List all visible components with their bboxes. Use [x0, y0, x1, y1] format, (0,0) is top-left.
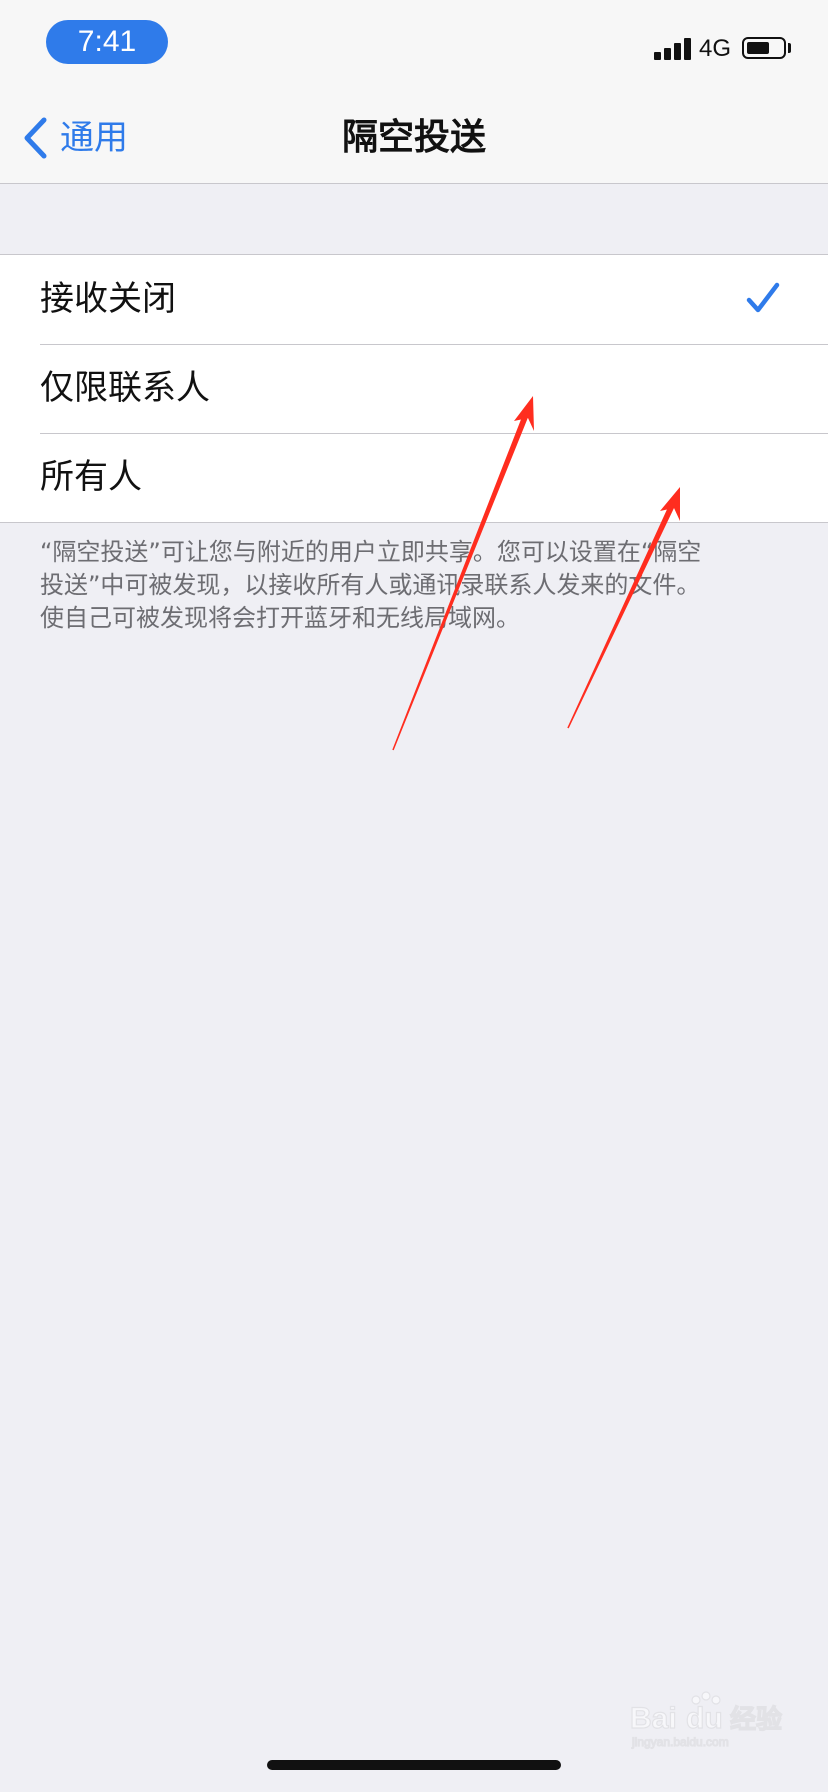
- option-label: 接收关闭: [40, 279, 176, 319]
- chevron-left-icon: [24, 117, 47, 159]
- navigation-bar: 隔空投送 通用: [0, 92, 828, 184]
- back-button[interactable]: 通用: [22, 114, 128, 162]
- battery-fill: [747, 42, 769, 54]
- description-line: 使自己可被发现将会打开蓝牙和无线局域网。: [40, 604, 520, 632]
- battery-icon: [742, 37, 786, 59]
- back-label: 通用: [60, 118, 128, 158]
- baidu-watermark-logo: Bai du 经验 jingyan.baidu.com: [630, 1691, 783, 1750]
- svg-text:经验: 经验: [730, 1704, 782, 1735]
- description-line: “隔空投送”可让您与附近的用户立即共享。您可以设置在“隔空: [40, 538, 702, 566]
- option-contacts-only[interactable]: 仅限联系人: [0, 344, 828, 433]
- network-type: 4G: [699, 35, 732, 62]
- cellular-signal-icon: [654, 36, 692, 60]
- option-receiving-off[interactable]: 接收关闭: [0, 255, 828, 344]
- battery-tip: [788, 43, 791, 53]
- svg-text:jingyan.baidu.com: jingyan.baidu.com: [631, 1735, 729, 1749]
- option-label: 仅限联系人: [40, 368, 210, 408]
- checkmark-icon: [746, 282, 780, 313]
- airdrop-description: “隔空投送”可让您与附近的用户立即共享。您可以设置在“隔空 投送”中可被发现，以…: [40, 536, 790, 635]
- svg-text:du: du: [686, 1702, 723, 1735]
- option-label: 所有人: [40, 457, 142, 497]
- home-indicator[interactable]: [267, 1760, 561, 1770]
- description-line: 投送”中可被发现，以接收所有人或通讯录联系人发来的文件。: [40, 571, 701, 599]
- svg-text:Bai: Bai: [630, 1702, 677, 1735]
- option-everyone[interactable]: 所有人: [0, 433, 828, 522]
- receive-options-list: 接收关闭 仅限联系人 所有人: [0, 254, 828, 523]
- status-time: 7:41: [46, 20, 168, 64]
- status-bar: 7:41 4G: [0, 0, 828, 92]
